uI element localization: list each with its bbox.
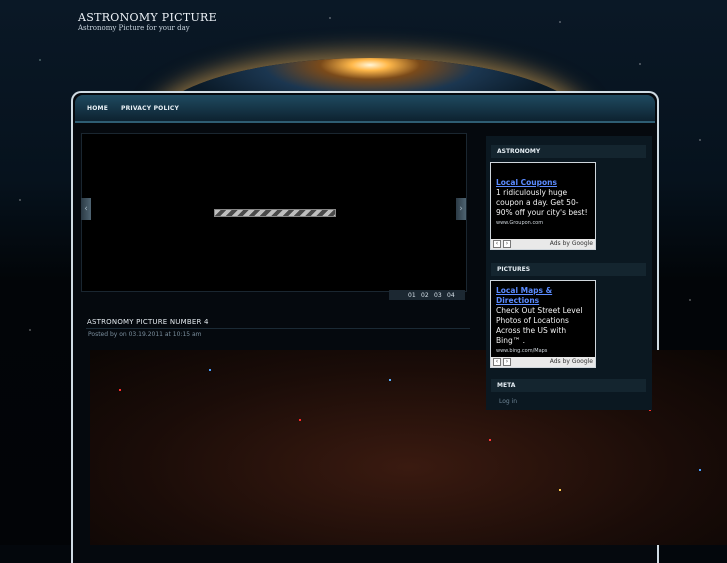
- ads-by-google[interactable]: Ads by Google: [550, 358, 593, 365]
- ad-unit-groupon[interactable]: Local Coupons 1 ridiculously huge coupon…: [490, 162, 596, 250]
- ad-footer: ‹ › Ads by Google: [491, 239, 595, 249]
- widget-title-astronomy: ASTRONOMY: [491, 145, 646, 158]
- post-divider: [86, 328, 470, 329]
- ads-by-google[interactable]: Ads by Google: [550, 240, 593, 247]
- nav-home[interactable]: HOME: [87, 105, 108, 112]
- widget-title-pictures: PICTURES: [491, 263, 646, 276]
- slider-page-3[interactable]: 03: [434, 292, 442, 299]
- ad-url[interactable]: www.Groupon.com: [496, 218, 592, 228]
- slider-page-1[interactable]: 01: [408, 292, 416, 299]
- ad-unit-bing[interactable]: Local Maps & Directions Check Out Street…: [490, 280, 596, 368]
- ad-url[interactable]: www.bing.com/Maps: [496, 346, 592, 356]
- ad-prev-icon[interactable]: ‹: [493, 240, 501, 248]
- ad-next-icon[interactable]: ›: [503, 240, 511, 248]
- post-meta: Posted by on 03.19.2011 at 10:15 am: [88, 331, 202, 338]
- widget-title-meta: META: [491, 379, 646, 392]
- ad-text: 1 ridiculously huge coupon a day. Get 50…: [496, 188, 588, 217]
- ad-footer: ‹ › Ads by Google: [491, 357, 595, 367]
- slider-prev-arrow-icon[interactable]: ‹: [81, 198, 91, 220]
- ad-next-icon[interactable]: ›: [503, 358, 511, 366]
- nav-privacy-policy[interactable]: PRIVACY POLICY: [121, 105, 179, 112]
- featured-slider: [81, 133, 467, 292]
- ad-link-local-maps[interactable]: Local Maps & Directions: [496, 286, 592, 306]
- ad-link-local-coupons[interactable]: Local Coupons: [496, 178, 592, 188]
- ad-text: Check Out Street Level Photos of Locatio…: [496, 306, 583, 345]
- loading-bar-icon: [214, 209, 336, 217]
- slider-page-4[interactable]: 04: [447, 292, 455, 299]
- ad-prev-icon[interactable]: ‹: [493, 358, 501, 366]
- meta-link-log-in[interactable]: Log in: [499, 398, 517, 405]
- slider-next-arrow-icon[interactable]: ›: [456, 198, 466, 220]
- post-title[interactable]: ASTRONOMY PICTURE NUMBER 4: [87, 318, 209, 326]
- site-title[interactable]: ASTRONOMY PICTURE: [78, 11, 217, 24]
- slider-page-2[interactable]: 02: [421, 292, 429, 299]
- main-nav: HOME PRIVACY POLICY: [75, 95, 655, 123]
- site-tagline: Astronomy Picture for your day: [78, 24, 190, 32]
- slider-pager: 01 02 03 04: [389, 290, 465, 300]
